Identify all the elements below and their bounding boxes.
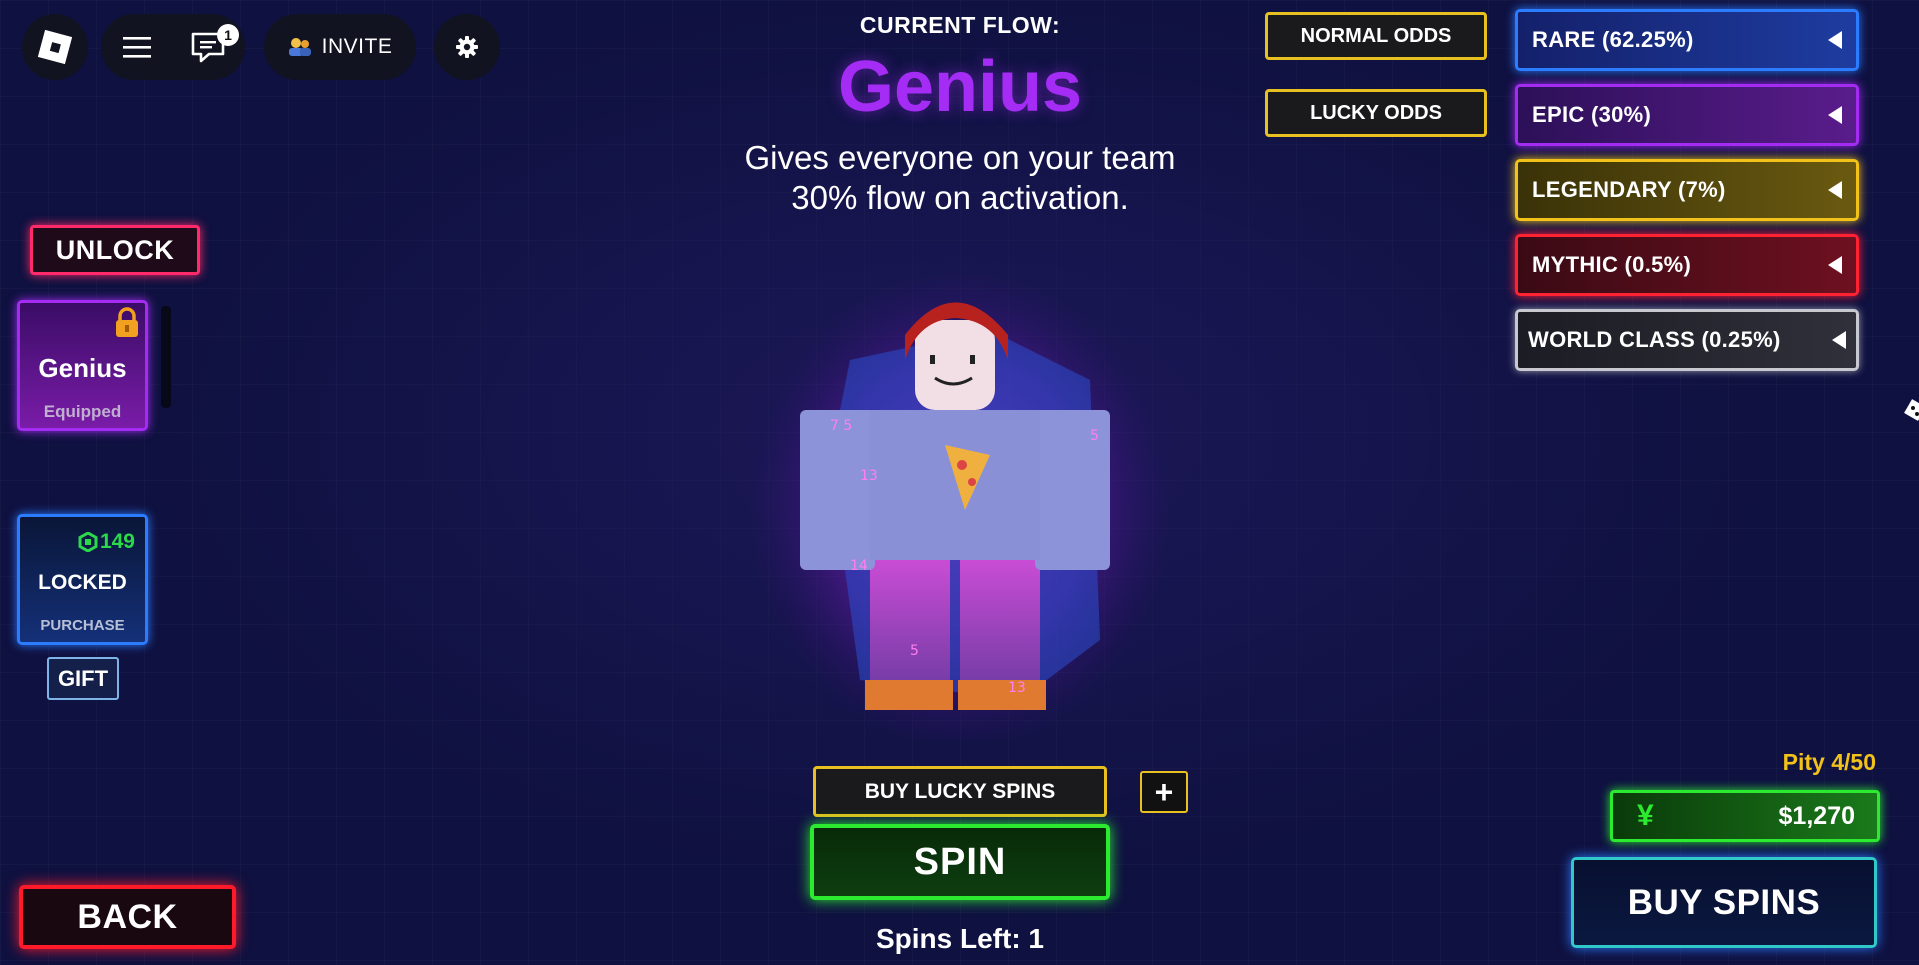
lucky-odds-label: LUCKY ODDS [1310, 101, 1442, 124]
flow-description-line2: 30% flow on activation. [791, 179, 1129, 216]
yen-icon: ¥ [1637, 799, 1654, 832]
odds-world-class-row[interactable]: WORLD CLASS (0.25%) [1515, 309, 1859, 371]
buy-lucky-spins-button[interactable]: BUY LUCKY SPINS [813, 766, 1107, 817]
unlock-button[interactable]: UNLOCK [30, 225, 200, 275]
expand-arrow-icon[interactable] [1828, 31, 1842, 49]
add-lucky-spins-button[interactable]: + [1140, 771, 1188, 813]
pity-counter: Pity 4/50 [1782, 749, 1876, 775]
svg-text:13: 13 [1008, 680, 1026, 696]
svg-text:5: 5 [1090, 428, 1099, 444]
flow-description: Gives everyone on your team 30% flow on … [640, 138, 1280, 218]
price-row: 149 [78, 530, 135, 554]
flow-name-title: Genius [837, 47, 1083, 127]
price-value: 149 [99, 530, 135, 553]
slot-scrollbar[interactable] [161, 306, 171, 408]
back-button[interactable]: BACK [19, 885, 236, 949]
current-flow-heading: CURRENT FLOW: [859, 12, 1061, 38]
normal-odds-button[interactable]: NORMAL ODDS [1265, 12, 1487, 60]
odds-world-class-label: WORLD CLASS (0.25%) [1528, 327, 1781, 352]
svg-text:5: 5 [910, 643, 919, 659]
expand-arrow-icon[interactable] [1828, 181, 1842, 199]
gift-button[interactable]: GIFT [47, 657, 119, 700]
purchase-label: PURCHASE [40, 617, 125, 634]
buy-spins-button[interactable]: BUY SPINS [1571, 857, 1877, 948]
flow-slot-name: Genius [38, 353, 127, 383]
robux-icon [78, 532, 98, 552]
chat-button[interactable]: 1 [173, 14, 245, 80]
expand-arrow-icon[interactable] [1828, 256, 1842, 274]
edge-dice-icon[interactable] [1903, 398, 1919, 426]
back-label: BACK [77, 897, 178, 936]
invite-friends-icon [288, 38, 311, 56]
expand-arrow-icon[interactable] [1832, 331, 1846, 349]
hamburger-icon [123, 37, 151, 58]
svg-text:14: 14 [850, 558, 868, 574]
expand-arrow-icon[interactable] [1828, 106, 1842, 124]
locked-slot[interactable]: 149 LOCKED PURCHASE [17, 514, 148, 645]
flow-slot-genius[interactable]: Genius Equipped [17, 300, 148, 431]
unlock-label: UNLOCK [55, 234, 175, 265]
odds-mythic-label: MYTHIC (0.5%) [1532, 252, 1692, 277]
roblox-topbar-group: 1 [101, 14, 245, 80]
spins-left-text: Spins Left: 1 [875, 923, 1044, 954]
plus-icon: + [1154, 773, 1174, 810]
odds-rare-label: RARE (62.25%) [1532, 27, 1694, 52]
hamburger-menu-button[interactable] [101, 14, 173, 80]
settings-button[interactable] [434, 14, 500, 80]
roblox-menu-button[interactable] [22, 14, 88, 80]
svg-text:7 5: 7 5 [830, 418, 852, 434]
buy-lucky-spins-label: BUY LUCKY SPINS [864, 779, 1056, 803]
locked-label: LOCKED [38, 571, 127, 594]
invite-label: INVITE [321, 35, 393, 58]
chat-badge: 1 [217, 24, 239, 46]
odds-epic-row[interactable]: EPIC (30%) [1515, 84, 1859, 146]
svg-text:13: 13 [860, 468, 878, 484]
lucky-odds-button[interactable]: LUCKY ODDS [1265, 89, 1487, 137]
spin-button[interactable]: SPIN [810, 824, 1110, 900]
money-display: ¥ $1,270 [1610, 790, 1880, 842]
flow-slot-status: Equipped [43, 402, 122, 421]
odds-epic-label: EPIC (30%) [1532, 102, 1652, 127]
gear-icon [456, 36, 478, 58]
character-avatar-image: 7 5 13 5 14 5 13 [750, 270, 1170, 750]
flow-description-line1: Gives everyone on your team [744, 139, 1176, 176]
odds-legendary-row[interactable]: LEGENDARY (7%) [1515, 159, 1859, 221]
roblox-logo-icon [37, 29, 73, 65]
odds-legendary-label: LEGENDARY (7%) [1532, 177, 1726, 202]
buy-spins-label: BUY SPINS [1627, 882, 1821, 922]
invite-button[interactable]: INVITE [264, 14, 416, 80]
dice-icon [1904, 399, 1919, 421]
normal-odds-label: NORMAL ODDS [1300, 24, 1452, 47]
gift-label: GIFT [57, 665, 109, 691]
lock-icon [116, 307, 138, 337]
character-preview: 7 5 13 5 14 5 13 [740, 260, 1180, 750]
odds-rare-row[interactable]: RARE (62.25%) [1515, 9, 1859, 71]
odds-mythic-row[interactable]: MYTHIC (0.5%) [1515, 234, 1859, 296]
spin-label: SPIN [913, 840, 1007, 883]
money-value: $1,270 [1778, 801, 1855, 830]
